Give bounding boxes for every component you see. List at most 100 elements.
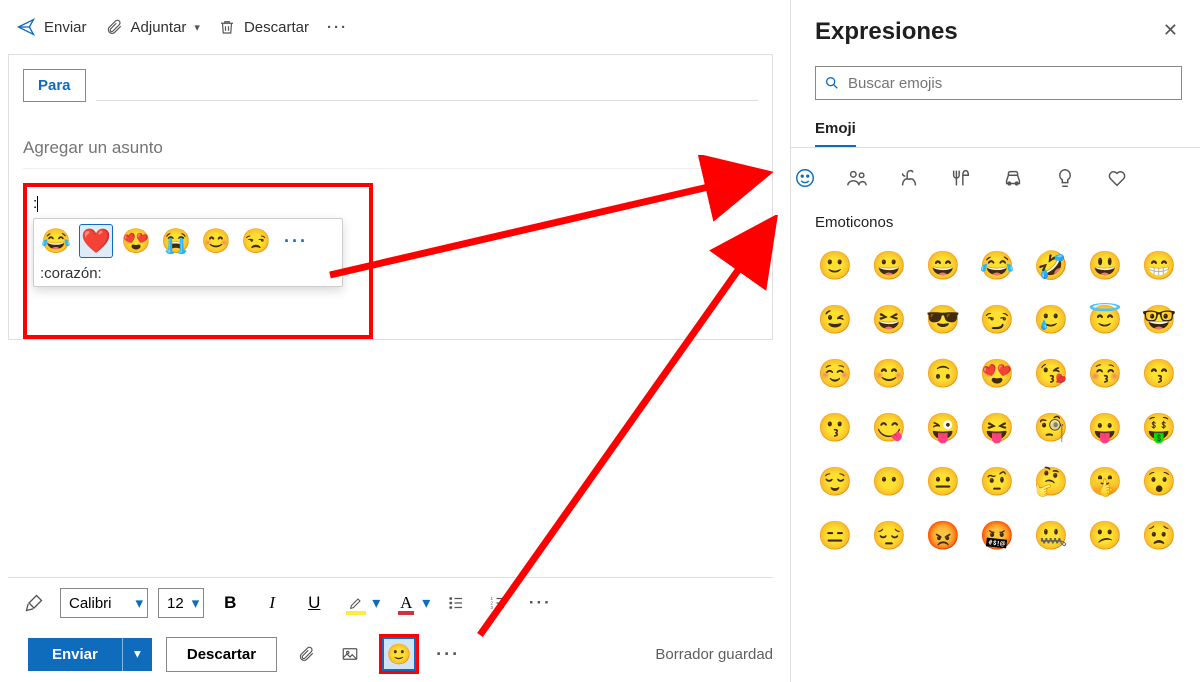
subject-input[interactable]	[23, 138, 758, 169]
discard-button[interactable]: Descartar	[166, 637, 277, 672]
category-animals-icon[interactable]	[895, 164, 923, 192]
emoji-suggestion[interactable]: 😍	[120, 225, 152, 257]
emoji-item[interactable]: 😄	[923, 245, 963, 285]
category-smileys-icon[interactable]	[791, 164, 819, 192]
emoji-item[interactable]: 🤫	[1085, 461, 1125, 501]
emoji-item[interactable]: 🤔	[1031, 461, 1071, 501]
emoji-item[interactable]: 😇	[1085, 299, 1125, 339]
emoji-item[interactable]: 😔	[869, 515, 909, 555]
emoji-item[interactable]: 😕	[1085, 515, 1125, 555]
emoji-search-input[interactable]	[848, 75, 1173, 92]
category-people-icon[interactable]	[843, 164, 871, 192]
send-icon	[16, 17, 36, 37]
format-painter-icon[interactable]	[18, 588, 50, 618]
body-typed-text[interactable]: :	[33, 195, 363, 212]
send-split-chevron[interactable]: ▾	[122, 638, 152, 671]
expressions-panel: Expresiones ✕ Emoji	[790, 0, 1200, 682]
emoji-item[interactable]: 😌	[815, 461, 855, 501]
send-command[interactable]: Enviar	[16, 17, 87, 37]
panel-title: Expresiones	[815, 18, 958, 46]
emoji-more-icon[interactable]: ···	[280, 231, 312, 252]
emoji-item[interactable]: 😶	[869, 461, 909, 501]
emoji-item[interactable]: 😉	[815, 299, 855, 339]
emoji-item[interactable]: 😘	[1031, 353, 1071, 393]
emoji-suggestion[interactable]: 😒	[240, 225, 272, 257]
chevron-down-icon[interactable]: ▾	[372, 593, 380, 613]
discard-label: Descartar	[244, 19, 309, 36]
underline-button[interactable]: U	[298, 588, 330, 618]
emoji-item[interactable]: 🧐	[1031, 407, 1071, 447]
more-actions-button[interactable]: ···	[433, 639, 463, 669]
emoji-item[interactable]: 🤑	[1139, 407, 1179, 447]
to-input[interactable]	[96, 71, 758, 101]
emoji-item[interactable]: 🤐	[1031, 515, 1071, 555]
to-row: Para	[23, 69, 758, 102]
emoji-item[interactable]: 😎	[923, 299, 963, 339]
draft-status: Borrador guardad	[655, 646, 773, 663]
emoji-item[interactable]: 🤬	[977, 515, 1017, 555]
emoji-item[interactable]: 🙂	[815, 245, 855, 285]
emoji-item[interactable]: 🤨	[977, 461, 1017, 501]
format-toolbar: Calibri ▾ 12 ▾ B I U ▾ A ▾ 123 ···	[8, 577, 773, 628]
emoji-item[interactable]: 😯	[1139, 461, 1179, 501]
emoji-item[interactable]: 😑	[815, 515, 855, 555]
attach-icon[interactable]	[291, 639, 321, 669]
tab-emoji[interactable]: Emoji	[815, 120, 856, 148]
attach-command[interactable]: Adjuntar ▾	[105, 18, 200, 36]
emoji-item[interactable]: 😟	[1139, 515, 1179, 555]
emoji-item[interactable]: 🤣	[1031, 245, 1071, 285]
more-format-button[interactable]: ···	[524, 588, 556, 618]
emoji-item[interactable]: 😋	[869, 407, 909, 447]
emoji-item[interactable]: 😝	[977, 407, 1017, 447]
emoji-item[interactable]: 🙃	[923, 353, 963, 393]
emoji-item[interactable]: 😚	[1085, 353, 1125, 393]
to-button[interactable]: Para	[23, 69, 86, 102]
more-command[interactable]: ···	[327, 19, 348, 36]
emoji-item[interactable]: 😡	[923, 515, 963, 555]
category-travel-icon[interactable]	[999, 164, 1027, 192]
emoji-item[interactable]: 😗	[815, 407, 855, 447]
category-food-icon[interactable]	[947, 164, 975, 192]
send-label: Enviar	[44, 19, 87, 36]
emoji-suggestion[interactable]: 😂	[40, 225, 72, 257]
insert-emoji-button[interactable]: 🙂	[384, 639, 414, 669]
bold-button[interactable]: B	[214, 588, 246, 618]
discard-command[interactable]: Descartar	[218, 18, 309, 36]
chevron-down-icon[interactable]: ▾	[422, 593, 430, 613]
emoji-item[interactable]: 😂	[977, 245, 1017, 285]
emoji-item[interactable]: 😛	[1085, 407, 1125, 447]
insert-image-icon[interactable]	[335, 639, 365, 669]
category-symbols-icon[interactable]	[1103, 164, 1131, 192]
emoji-item[interactable]: 😁	[1139, 245, 1179, 285]
emoji-item[interactable]: 😊	[869, 353, 909, 393]
paperclip-icon	[105, 18, 123, 36]
emoji-item[interactable]: 😀	[869, 245, 909, 285]
emoji-suggestion[interactable]: 😭	[160, 225, 192, 257]
italic-button[interactable]: I	[256, 588, 288, 618]
emoji-item[interactable]: 😍	[977, 353, 1017, 393]
highlight-button[interactable]	[340, 588, 372, 618]
bulleted-list-icon[interactable]	[440, 588, 472, 618]
emoji-suggestion[interactable]: 😊	[200, 225, 232, 257]
category-objects-icon[interactable]	[1051, 164, 1079, 192]
emoji-item[interactable]: ☺️	[815, 353, 855, 393]
font-color-button[interactable]: A	[390, 588, 422, 618]
emoji-search[interactable]	[815, 66, 1182, 100]
emoji-suggestion[interactable]: ❤️	[80, 225, 112, 257]
emoji-item[interactable]: 😆	[869, 299, 909, 339]
emoji-item[interactable]: 😏	[977, 299, 1017, 339]
emoji-item[interactable]: 🤓	[1139, 299, 1179, 339]
emoji-section-title: Emoticonos	[815, 214, 1182, 231]
emoji-item[interactable]: 😃	[1085, 245, 1125, 285]
font-size-select[interactable]: 12 ▾	[158, 588, 204, 618]
font-family-select[interactable]: Calibri ▾	[60, 588, 148, 618]
numbered-list-icon[interactable]: 123	[482, 588, 514, 618]
send-button[interactable]: Enviar	[28, 638, 122, 671]
close-icon[interactable]: ✕	[1159, 18, 1182, 43]
emoji-item[interactable]: 😜	[923, 407, 963, 447]
emoji-item[interactable]: 😙	[1139, 353, 1179, 393]
chevron-down-icon: ▾	[194, 21, 200, 34]
emoji-item[interactable]: 😐	[923, 461, 963, 501]
emoji-item[interactable]: 🥲	[1031, 299, 1071, 339]
search-icon	[824, 75, 840, 91]
